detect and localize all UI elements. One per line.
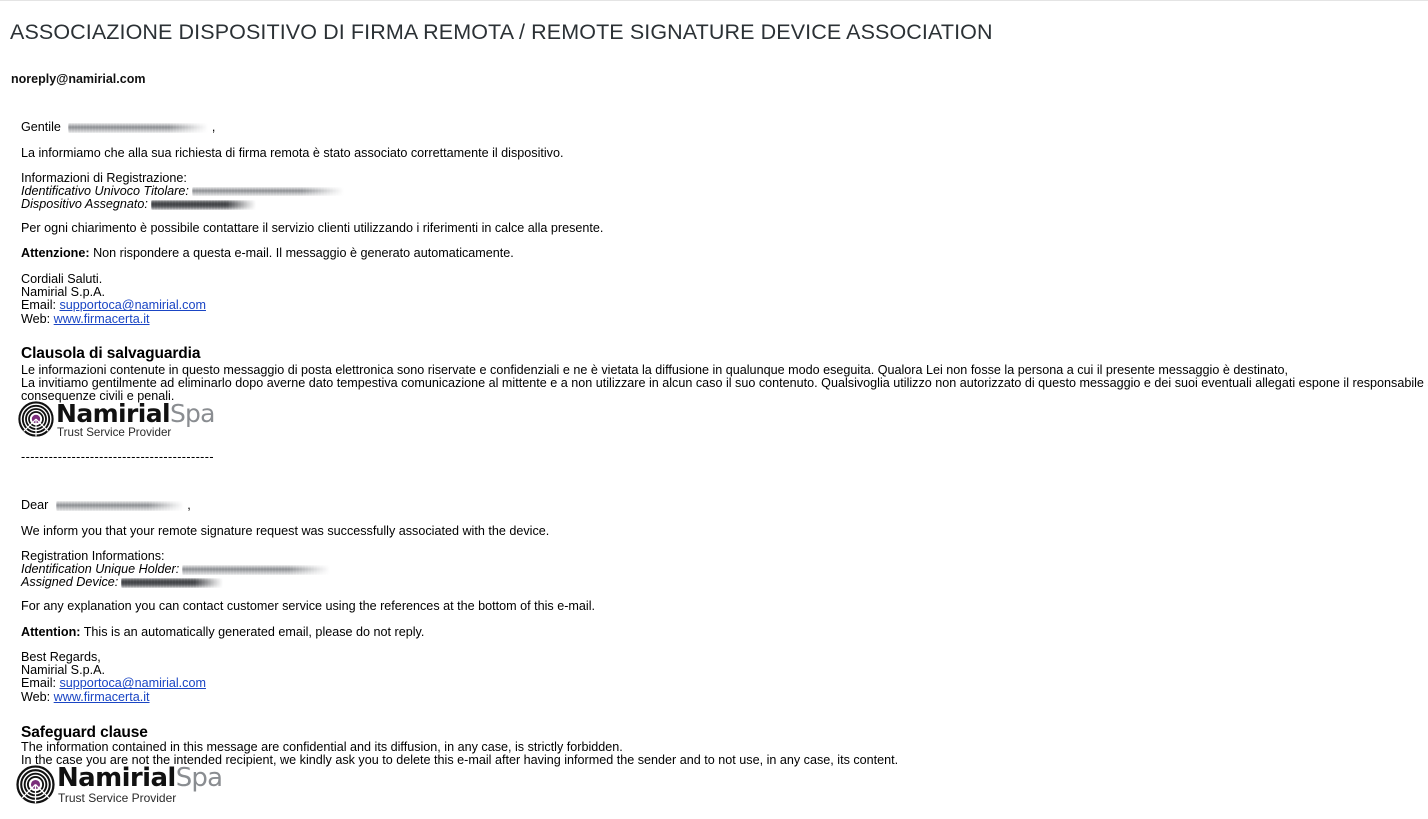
english-attention-row: Attention: This is an automatically gene… bbox=[21, 625, 425, 639]
english-registration-block: Registration Informations: Identificatio… bbox=[21, 549, 331, 590]
italian-safeguard-line-2: La invitiamo gentilmente ad eliminarlo d… bbox=[21, 376, 1428, 391]
redacted-holder-id-it bbox=[191, 187, 344, 197]
italian-attention-text: Non rispondere a questa e-mail. Il messa… bbox=[93, 246, 514, 260]
english-device-label: Assigned Device: bbox=[21, 575, 119, 590]
namirial-concentric-rings-icon bbox=[18, 401, 54, 442]
italian-greeting: Gentile , bbox=[21, 120, 216, 134]
redacted-device-id-it bbox=[150, 200, 256, 211]
italian-contact-text: Per ogni chiarimento è possibile contatt… bbox=[21, 221, 604, 235]
email-message-body: ASSOCIAZIONE DISPOSITIVO DI FIRMA REMOTA… bbox=[0, 0, 1428, 819]
italian-registration-block: Informazioni di Registrazione: Identific… bbox=[21, 171, 344, 212]
italian-support-email-link[interactable]: supportoca@namirial.com bbox=[60, 298, 206, 312]
namirial-spa-suffix: Spa bbox=[175, 763, 223, 793]
redacted-holder-id-en bbox=[182, 564, 331, 575]
italian-safeguard-heading: Clausola di salvaguardia bbox=[21, 345, 201, 362]
english-greeting-label: Dear bbox=[21, 498, 49, 512]
redacted-recipient-name-en bbox=[55, 500, 184, 511]
italian-website-link[interactable]: www.firmacerta.it bbox=[54, 312, 150, 326]
redacted-device-id-en bbox=[121, 578, 224, 589]
namirial-logo-italian: NamirialSpa Trust Service Provider bbox=[18, 401, 215, 442]
italian-holder-label: Identificativo Univoco Titolare: bbox=[21, 184, 189, 199]
english-intro-text: We inform you that your remote signature… bbox=[21, 524, 550, 538]
italian-web-row: Web: www.firmacerta.it bbox=[21, 311, 206, 326]
email-subject: ASSOCIAZIONE DISPOSITIVO DI FIRMA REMOTA… bbox=[10, 20, 993, 44]
italian-device-label: Dispositivo Assegnato: bbox=[21, 197, 148, 212]
namirial-wordmark: NamirialSpa bbox=[57, 763, 223, 793]
english-support-email-link[interactable]: supportoca@namirial.com bbox=[60, 676, 206, 690]
english-web-label: Web: bbox=[21, 689, 51, 704]
english-email-label: Email: bbox=[21, 676, 56, 691]
english-signature-block: Best Regards, Namirial S.p.A. Email: sup… bbox=[21, 650, 206, 704]
namirial-logo-english: NamirialSpa Trust Service Provider bbox=[16, 763, 223, 809]
italian-attention-label: Attenzione: bbox=[21, 246, 90, 260]
english-web-row: Web: www.firmacerta.it bbox=[21, 689, 206, 704]
italian-safeguard-line-3: consequenze civili e penali. bbox=[21, 389, 175, 404]
english-website-link[interactable]: www.firmacerta.it bbox=[54, 690, 150, 704]
email-sender-address: noreply@namirial.com bbox=[11, 72, 146, 86]
namirial-tagline: Trust Service Provider bbox=[58, 790, 177, 805]
italian-safeguard-text: Le informazioni contenute in questo mess… bbox=[21, 363, 1428, 404]
english-greeting: Dear , bbox=[21, 498, 191, 512]
italian-greeting-label: Gentile bbox=[21, 120, 61, 134]
italian-intro-text: La informiamo che alla sua richiesta di … bbox=[21, 146, 564, 160]
english-attention-label: Attention: bbox=[21, 625, 81, 639]
italian-greeting-comma: , bbox=[211, 120, 216, 134]
english-holder-label: Identification Unique Holder: bbox=[21, 562, 180, 577]
italian-device-row: Dispositivo Assegnato: bbox=[21, 198, 344, 211]
english-attention-text: This is an automatically generated email… bbox=[83, 625, 425, 639]
namirial-concentric-rings-icon bbox=[16, 765, 55, 809]
italian-signature-block: Cordiali Saluti. Namirial S.p.A. Email: … bbox=[21, 272, 206, 326]
english-device-row: Assigned Device: bbox=[21, 576, 330, 589]
section-separator: ----------------------------------------… bbox=[21, 450, 214, 464]
italian-attention-row: Attenzione: Non rispondere a questa e-ma… bbox=[21, 246, 514, 260]
italian-web-label: Web: bbox=[21, 311, 51, 326]
namirial-spa-suffix: Spa bbox=[169, 399, 215, 428]
redacted-recipient-name-it bbox=[68, 122, 209, 133]
italian-email-label: Email: bbox=[21, 298, 56, 313]
english-greeting-comma: , bbox=[187, 498, 191, 512]
namirial-wordmark: NamirialSpa bbox=[56, 399, 215, 428]
english-contact-text: For any explanation you can contact cust… bbox=[21, 599, 596, 613]
namirial-tagline: Trust Service Provider bbox=[57, 425, 172, 439]
